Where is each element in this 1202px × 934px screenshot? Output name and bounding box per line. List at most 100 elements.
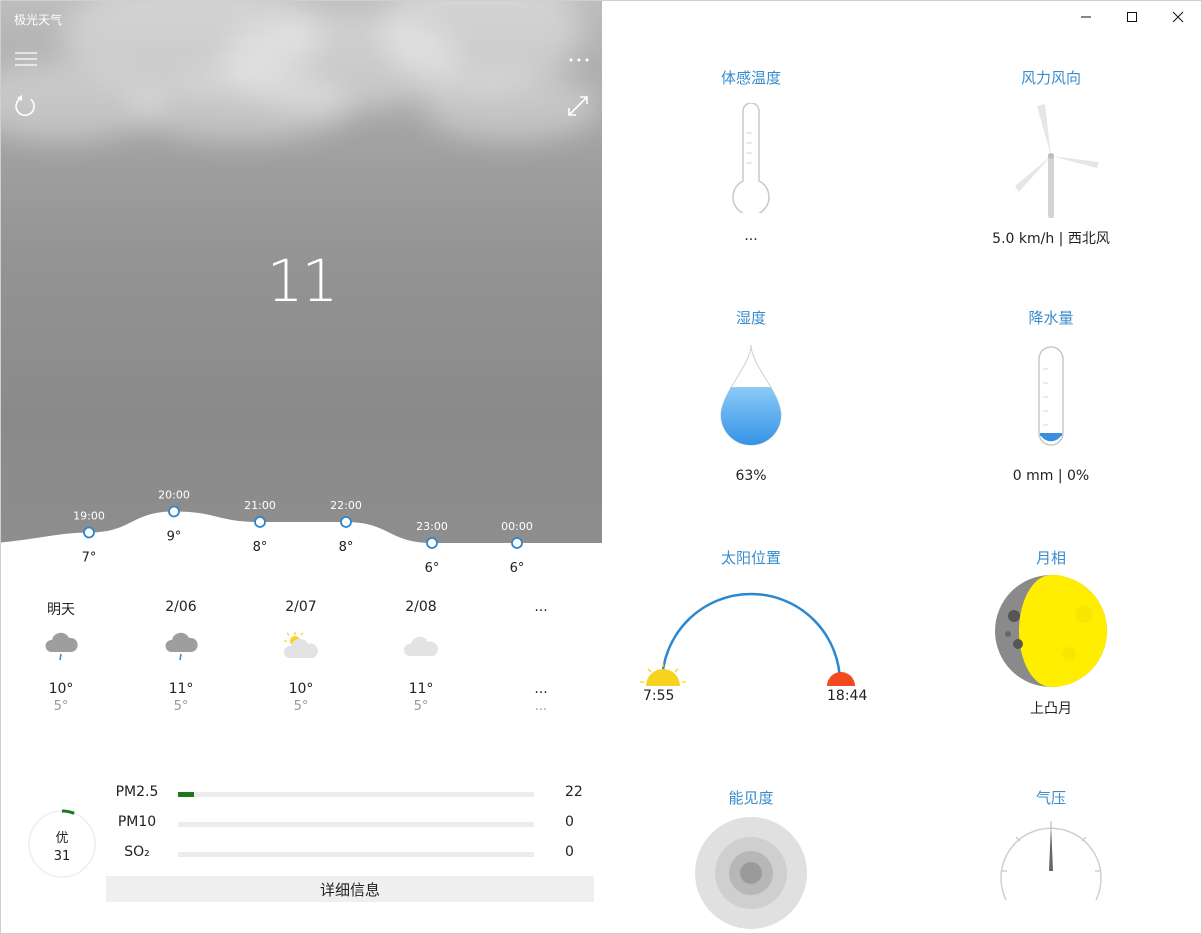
day-low: 5°	[53, 699, 69, 714]
app-window: 极光天气 11 19:00 7° 20:00 9° 21:00 8° 22:00 8° 23:0…	[0, 0, 1202, 934]
visibility-icon	[601, 808, 901, 933]
so2-label: SO₂	[124, 844, 150, 860]
day-label: 2/06	[165, 599, 197, 615]
hour-point	[340, 516, 352, 528]
refresh-icon[interactable]	[14, 94, 38, 122]
thermometer-icon	[601, 88, 901, 228]
left-panel: 极光天气 11 19:00 7° 20:00 9° 21:00 8° 22:00 8° 23:0…	[1, 1, 603, 933]
moon-phase-tile[interactable]: 月相 上凸月	[901, 547, 1201, 718]
hour-point	[511, 537, 523, 549]
pm25-bar-fill	[178, 792, 195, 797]
day-high: 10°	[48, 681, 74, 697]
daily-forecast-item[interactable]: 明天 10° 5°	[31, 599, 91, 714]
wind-tile[interactable]: 风力风向 5.0 km/h | 西北风	[901, 67, 1201, 248]
minimize-icon[interactable]	[1063, 1, 1109, 33]
day-label: ...	[534, 599, 548, 615]
cloud-icon	[391, 623, 451, 671]
hour-time-label: 20:00	[158, 489, 190, 502]
sun-position-tile[interactable]: 太阳位置 7:55 18:44	[601, 547, 901, 708]
daily-forecast-item[interactable]: .........	[511, 599, 571, 714]
hour-point	[426, 537, 438, 549]
so2-row: SO₂ 0	[113, 844, 603, 866]
rain-gauge-icon	[901, 328, 1201, 468]
pm25-label: PM2.5	[115, 784, 159, 800]
precipitation-title: 降水量	[1028, 309, 1074, 327]
hour-temp-label: 8°	[339, 540, 354, 555]
humidity-fill	[721, 387, 781, 445]
pressure-tile[interactable]: 气压	[901, 787, 1201, 933]
detail-button[interactable]: 详细信息	[106, 876, 594, 902]
day-low: 5°	[293, 699, 309, 714]
hour-time-label: 22:00	[330, 499, 362, 512]
pm10-value: 0	[565, 814, 574, 830]
day-label: 明天	[47, 602, 75, 618]
wind-value: 5.0 km/h | 西北风	[992, 231, 1110, 247]
pm25-value: 22	[565, 784, 583, 800]
hour-temp-label: 7°	[82, 551, 97, 566]
feels-like-title: 体感温度	[720, 69, 781, 87]
hourly-chart: 19:00 7° 20:00 9° 21:00 8° 22:00 8° 23:00 6° 00:00…	[1, 489, 602, 591]
feels-like-value: ...	[744, 228, 758, 244]
sunset-time: 18:44	[827, 688, 868, 704]
pm25-bar	[178, 792, 534, 797]
current-value: 11	[266, 247, 339, 315]
moon-phase-value: 上凸月	[1030, 701, 1072, 717]
pm25-row: PM2.5 22	[113, 784, 603, 806]
aqi-level: 优	[55, 831, 68, 846]
precipitation-tile[interactable]: 降水量 0 mm | 0%	[901, 307, 1201, 484]
moon-phase-title: 月相	[1035, 549, 1066, 567]
rain-cloud-icon	[151, 623, 211, 671]
day-high: 11°	[168, 681, 194, 697]
day-label: 2/07	[285, 599, 317, 615]
aqi-gauge: 优 31	[27, 809, 97, 879]
daily-forecast-item[interactable]: 2/07 10° 5°	[271, 599, 331, 714]
moon-icon	[901, 568, 1201, 694]
day-high: 11°	[408, 681, 434, 697]
hour-temp-label: 6°	[510, 561, 525, 576]
day-high: ...	[534, 681, 548, 697]
hour-time-label: 21:00	[244, 499, 276, 512]
expand-icon[interactable]	[567, 95, 589, 121]
hour-time-label: 00:00	[501, 520, 533, 533]
rain-cloud-icon	[31, 623, 91, 671]
pm10-row: PM10 0	[113, 814, 603, 836]
visibility-tile[interactable]: 能见度	[601, 787, 901, 933]
hour-point	[83, 526, 95, 539]
day-high: 10°	[288, 681, 314, 697]
day-low: 5°	[413, 699, 429, 714]
visibility-title: 能见度	[728, 789, 774, 807]
hour-point	[254, 516, 266, 528]
hour-time-label: 23:00	[416, 520, 448, 533]
hour-temp-label: 9°	[167, 530, 182, 545]
so2-bar	[178, 852, 534, 857]
wind-turbine-icon	[901, 88, 1201, 228]
more-icon[interactable]	[568, 51, 590, 70]
maximize-icon[interactable]	[1109, 1, 1155, 33]
pm10-label: PM10	[117, 814, 157, 830]
day-label: 2/08	[405, 599, 437, 615]
pressure-gauge-icon	[901, 808, 1201, 933]
hour-temp-label: 8°	[253, 540, 268, 555]
precipitation-value: 0 mm | 0%	[1012, 468, 1090, 484]
sun-arc-icon	[640, 592, 855, 686]
aqi-arc	[61, 809, 75, 815]
feels-like-tile[interactable]: 体感温度 ...	[601, 67, 901, 244]
sunrise-icon	[640, 663, 686, 686]
partly-sunny-icon	[271, 623, 331, 671]
app-title: 极光天气	[14, 13, 63, 27]
water-drop-icon	[601, 328, 901, 468]
humidity-title: 湿度	[735, 309, 766, 327]
daily-forecast-item[interactable]: 2/06 11° 5°	[151, 599, 211, 714]
aqi-value: 31	[54, 849, 71, 864]
day-low: 5°	[173, 699, 189, 714]
pm10-bar	[178, 822, 534, 827]
hour-point	[168, 505, 180, 518]
so2-value: 0	[565, 844, 574, 860]
hamburger-icon[interactable]	[15, 51, 37, 70]
close-icon[interactable]	[1155, 1, 1201, 33]
humidity-value: 63%	[735, 468, 767, 484]
hour-temp-label: 6°	[425, 561, 440, 576]
sunrise-time: 7:55	[643, 688, 675, 704]
daily-forecast-item[interactable]: 2/08 11° 5°	[391, 599, 451, 714]
humidity-tile[interactable]: 湿度 63%	[601, 307, 901, 484]
